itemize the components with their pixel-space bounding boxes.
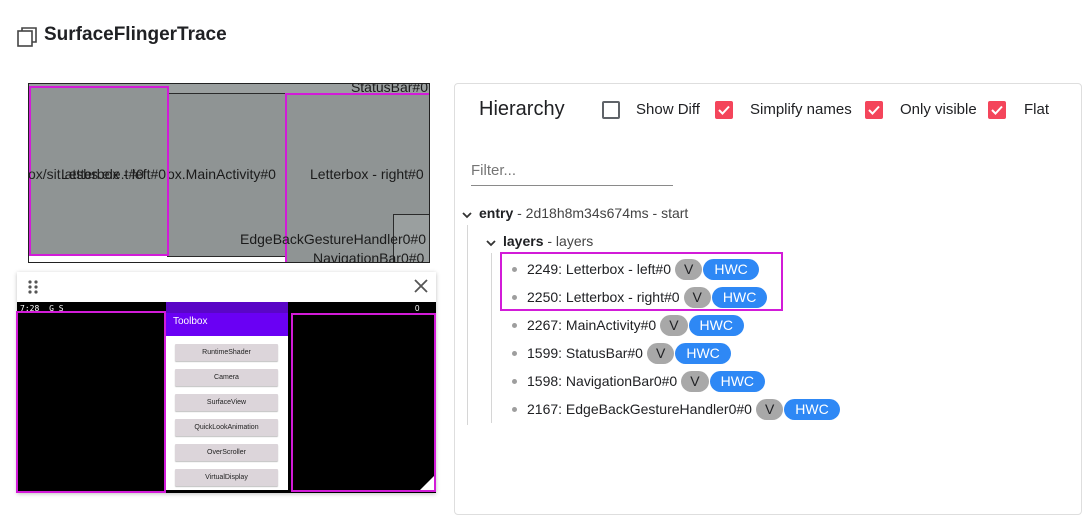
rect-letterbox-left[interactable]: ox/sit.atsbs.ele.t#0 Letterbox - left#0	[29, 86, 169, 256]
close-icon[interactable]	[413, 278, 429, 294]
only-visible-checkbox[interactable]	[865, 101, 883, 119]
app-button-runtime-shader[interactable]: RuntimeShader	[175, 344, 278, 361]
tree-item-edge-back-gesture[interactable]: 2167: EdgeBackGestureHandler0#0 V HWC	[512, 398, 840, 420]
tree-item-status-bar[interactable]: 1599: StatusBar#0 V HWC	[512, 342, 731, 364]
flat-checkbox[interactable]	[988, 101, 1006, 119]
only-visible-label[interactable]: Only visible	[900, 101, 977, 118]
mirror-highlight-left	[16, 311, 166, 493]
app-title: Toolbox	[173, 316, 208, 327]
mirror-highlight-right	[291, 313, 436, 492]
hwc-chip: HWC	[675, 342, 731, 364]
device-battery: 0	[415, 304, 420, 313]
item-label: 2267: MainActivity#0	[527, 317, 657, 333]
tree-node-layers[interactable]: layers - layers	[503, 233, 593, 249]
app-button-surface-view[interactable]: SurfaceView	[175, 394, 278, 411]
item-label: 1598: NavigationBar0#0	[527, 373, 678, 389]
resize-corner-icon[interactable]	[420, 476, 434, 490]
bullet-icon	[512, 406, 517, 412]
simplify-names-label[interactable]: Simplify names	[750, 101, 852, 118]
rects-canvas[interactable]: StatusBar#0 ox.MainActivity#0 ox/sit.ats…	[28, 83, 430, 263]
item-label: 2167: EdgeBackGestureHandler0#0	[527, 401, 752, 417]
entry-desc: - 2d18h8m34s674ms - start	[513, 205, 689, 221]
check-icon	[718, 105, 730, 115]
rect-label-main: ox.MainActivity#0	[167, 166, 276, 182]
show-diff-checkbox[interactable]	[602, 101, 620, 119]
selection-highlight	[500, 252, 783, 311]
tree-node-entry[interactable]: entry - 2d18h8m34s674ms - start	[479, 205, 688, 221]
layers-name: layers	[503, 233, 544, 249]
chevron-down-icon[interactable]	[485, 237, 497, 249]
bullet-icon	[512, 322, 517, 328]
hwc-chip: HWC	[709, 370, 766, 392]
app-button-over-scroller[interactable]: OverScroller	[175, 444, 278, 461]
app-button-camera[interactable]: Camera	[175, 369, 278, 386]
hwc-chip: HWC	[784, 398, 840, 420]
copy-icon	[17, 27, 37, 47]
entry-name: entry	[479, 205, 514, 221]
tree-item-main-activity[interactable]: 2267: MainActivity#0 V HWC	[512, 314, 744, 336]
rect-label-left: Letterbox - left#0	[61, 166, 167, 182]
show-diff-label[interactable]: Show Diff	[636, 101, 700, 118]
check-icon	[868, 105, 880, 115]
hwc-chip: HWC	[688, 314, 744, 336]
filter-input[interactable]	[471, 158, 673, 186]
hierarchy-title: Hierarchy	[479, 98, 565, 120]
app-button-virtual-display[interactable]: VirtualDisplay	[175, 469, 278, 486]
visible-chip: V	[660, 314, 688, 336]
flat-label[interactable]: Flat	[1024, 101, 1049, 118]
tree-guide-line	[491, 253, 492, 423]
visible-chip: V	[755, 398, 784, 420]
rect-label-edge: EdgeBackGestureHandler0#0	[240, 231, 427, 247]
item-label: 1599: StatusBar#0	[527, 345, 643, 361]
drag-handle-icon[interactable]	[27, 279, 39, 295]
bullet-icon	[512, 378, 517, 384]
layers-desc: - layers	[543, 233, 594, 249]
simplify-names-checkbox[interactable]	[715, 101, 733, 119]
chevron-down-icon[interactable]	[461, 209, 473, 221]
rect-label-right: Letterbox - right#0	[310, 166, 424, 182]
tree-item-navigation-bar[interactable]: 1598: NavigationBar0#0 V HWC	[512, 370, 766, 392]
tree-guide-line	[467, 225, 468, 425]
trace-title: SurfaceFlingerTrace	[44, 24, 227, 45]
app-button-quick-look[interactable]: QuickLookAnimation	[175, 419, 278, 436]
rect-label-navbar: NavigationBar0#0	[313, 250, 425, 263]
visible-chip: V	[681, 370, 709, 392]
bullet-icon	[512, 350, 517, 356]
check-icon	[991, 105, 1003, 115]
visible-chip: V	[646, 342, 675, 364]
